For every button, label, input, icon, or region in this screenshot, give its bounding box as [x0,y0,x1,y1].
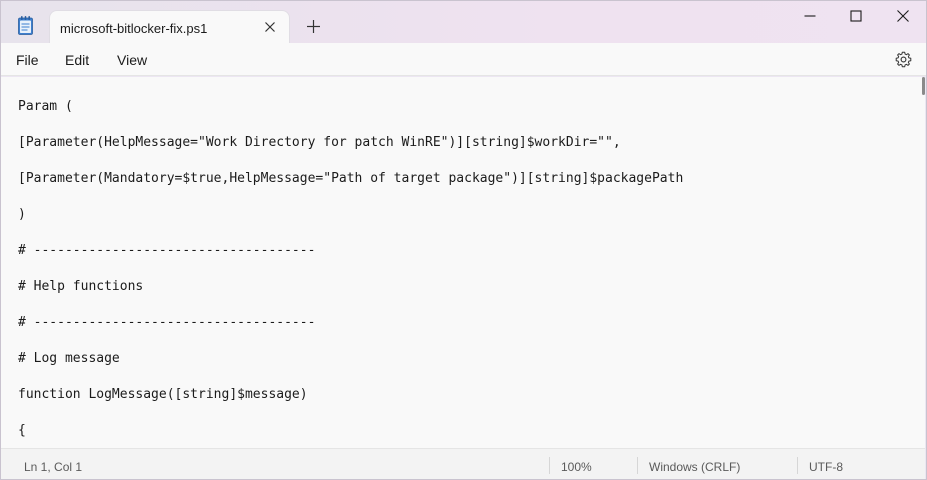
code-line: { [18,423,26,438]
minimize-icon [804,15,816,17]
status-divider [637,457,638,474]
tab-document[interactable]: microsoft-bitlocker-fix.ps1 [49,10,290,44]
maximize-icon [850,10,862,22]
encoding[interactable]: UTF-8 [809,460,843,474]
line-ending[interactable]: Windows (CRLF) [649,460,740,474]
code-line: # Log message [18,351,120,366]
status-bar: Ln 1, Col 1 100% Windows (CRLF) UTF-8 [1,448,925,479]
code-line: # ------------------------------------ [18,243,316,258]
tab-title: microsoft-bitlocker-fix.ps1 [60,21,208,36]
code-line: Param ( [18,99,73,114]
scrollbar-thumb[interactable] [922,77,925,95]
menu-bar: File Edit View [1,43,926,76]
code-line: # ------------------------------------ [18,315,316,330]
code-line: function LogMessage([string]$message) [18,387,308,402]
close-window-button[interactable] [880,1,926,33]
close-icon [897,10,909,22]
notepad-icon [18,16,33,35]
new-tab-plus-icon[interactable] [305,18,322,35]
notepad-window: microsoft-bitlocker-fix.ps1 File Edit Vi… [0,0,927,480]
settings-gear-icon[interactable] [895,51,912,68]
menu-file[interactable]: File [16,52,39,68]
maximize-button[interactable] [833,1,879,33]
code-line: [Parameter(Mandatory=$true,HelpMessage="… [18,171,684,186]
tab-close-icon[interactable] [263,20,277,34]
cursor-position: Ln 1, Col 1 [24,460,83,474]
zoom-level[interactable]: 100% [561,460,592,474]
text-editor-area[interactable]: Param ( [Parameter(HelpMessage="Work Dir… [1,77,925,448]
menu-view[interactable]: View [117,52,147,68]
code-line: ) [18,207,26,222]
status-divider [549,457,550,474]
status-divider [797,457,798,474]
menu-edit[interactable]: Edit [65,52,89,68]
code-line: [Parameter(HelpMessage="Work Directory f… [18,135,621,150]
minimize-button[interactable] [787,1,833,33]
title-bar: microsoft-bitlocker-fix.ps1 [1,1,926,44]
vertical-scrollbar[interactable] [922,77,925,448]
code-line: # Help functions [18,279,144,294]
